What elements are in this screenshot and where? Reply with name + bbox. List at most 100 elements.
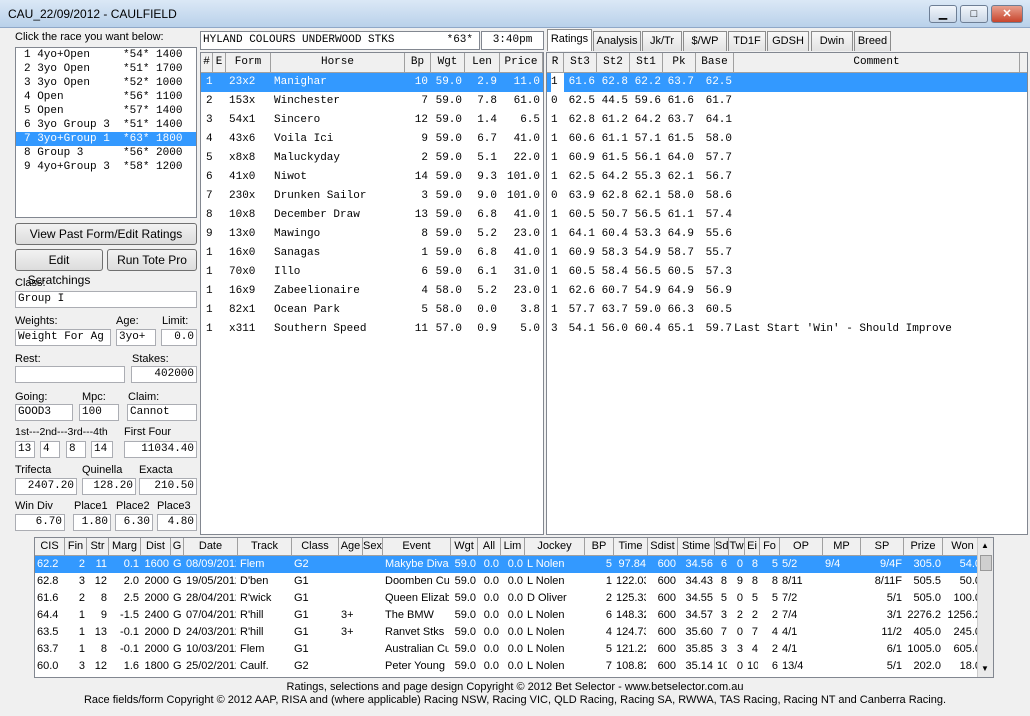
first-four-field[interactable]: 11034.40: [124, 441, 197, 458]
form-scrollbar[interactable]: ▲ ▼: [977, 538, 993, 677]
rating-row[interactable]: 1 60.6 61.1 57.1 61.5 58.0: [547, 130, 1027, 149]
form-col-header[interactable]: Sd: [715, 538, 729, 556]
place1-field[interactable]: 1.80: [73, 514, 111, 531]
rating-row[interactable]: 1 60.9 58.3 54.9 58.7 55.7: [547, 244, 1027, 263]
form-col-header[interactable]: Time: [614, 538, 648, 556]
runner-row[interactable]: 7 230x Drunken Sailor 3 59.0 9.0 101.0: [201, 187, 543, 206]
runner-col-header[interactable]: Wgt: [431, 53, 465, 73]
form-col-header[interactable]: Dist: [141, 538, 171, 556]
scroll-up-icon[interactable]: ▲: [981, 541, 989, 550]
rating-row[interactable]: 0 62.5 44.5 59.6 61.6 61.7: [547, 92, 1027, 111]
runner-col-header[interactable]: Bp: [405, 53, 431, 73]
form-col-header[interactable]: Date: [184, 538, 238, 556]
runner-row[interactable]: 1 23x2 Manighar 10 59.0 2.9 11.0: [201, 73, 543, 92]
rating-col-header[interactable]: St3: [564, 53, 597, 73]
limit-field[interactable]: 0.0: [161, 329, 197, 346]
runner-row[interactable]: 6 41x0 Niwot 14 59.0 9.3 101.0: [201, 168, 543, 187]
runner-col-header[interactable]: Price: [500, 53, 543, 73]
form-col-header[interactable]: Event: [383, 538, 451, 556]
maximize-button[interactable]: □: [960, 5, 988, 23]
runner-col-header[interactable]: Len: [465, 53, 500, 73]
rating-row[interactable]: 0 63.9 62.8 62.1 58.0 58.6: [547, 187, 1027, 206]
form-col-header[interactable]: Prize: [904, 538, 943, 556]
rating-row[interactable]: 1 60.5 50.7 56.5 61.1 57.4: [547, 206, 1027, 225]
form-col-header[interactable]: Str: [87, 538, 109, 556]
runner-row[interactable]: 8 10x8 December Draw 13 59.0 6.8 41.0: [201, 206, 543, 225]
form-col-header[interactable]: Wgt: [451, 538, 478, 556]
rating-col-header[interactable]: R: [547, 53, 564, 73]
tab-dwin[interactable]: Dwin: [811, 31, 853, 51]
runner-col-header[interactable]: Horse: [271, 53, 405, 73]
rating-col-header[interactable]: St2: [597, 53, 630, 73]
form-col-header[interactable]: Age: [339, 538, 363, 556]
minimize-button[interactable]: ▁: [929, 5, 957, 23]
form-col-header[interactable]: OP: [780, 538, 823, 556]
tab-ratings[interactable]: Ratings: [547, 29, 592, 51]
form-col-header[interactable]: Tw: [729, 538, 745, 556]
past-form-grid[interactable]: CIS Fin Str Marg Dist G Date Track Class Age Sex Ev…: [34, 537, 994, 678]
race-list-item[interactable]: 8 Group 3 *56* 2000: [16, 146, 196, 160]
tab-wp[interactable]: $/WP: [683, 31, 727, 51]
rating-row[interactable]: 1 57.7 63.7 59.0 66.3 60.5: [547, 301, 1027, 320]
race-list-item[interactable]: 1 4yo+Open *54* 1400: [16, 48, 196, 62]
rating-col-header[interactable]: St1: [630, 53, 663, 73]
trifecta-field[interactable]: 2407.20: [15, 478, 77, 495]
rating-col-header[interactable]: Pk: [663, 53, 696, 73]
ratings-grid[interactable]: R St3 St2 St1 Pk Base Comment 1 61.6 62.8 62.2 63.…: [546, 52, 1028, 535]
rating-row[interactable]: 3 54.1 56.0 60.4 65.1 59.7 Last Start 'Win' - …: [547, 320, 1027, 339]
run-tote-pro-button[interactable]: Run Tote Pro: [107, 249, 197, 271]
form-row[interactable]: 61.6 2 8 2.5 2000 G 28/04/2012 R'wick G1 Queen El…: [35, 590, 993, 607]
form-col-header[interactable]: Lim: [501, 538, 525, 556]
runner-col-header[interactable]: #: [201, 53, 213, 73]
form-col-header[interactable]: Ei: [745, 538, 760, 556]
runner-row[interactable]: 14 x311 Southern Speed 11 57.0 0.9 5.0: [201, 320, 543, 339]
runner-row[interactable]: 10 16x0 Sanagas 1 59.0 6.8 41.0: [201, 244, 543, 263]
form-col-header[interactable]: CIS: [35, 538, 65, 556]
runner-col-header[interactable]: Form: [226, 53, 271, 73]
rest-field[interactable]: [15, 366, 125, 383]
form-row[interactable]: 63.5 1 13 -0.1 2000 D 24/03/2012 R'hill G1 3+ Ranv…: [35, 624, 993, 641]
form-col-header[interactable]: BP: [585, 538, 614, 556]
runners-grid[interactable]: # E Form Horse Bp Wgt Len Price 1 23x2 Manighar 10…: [200, 52, 544, 535]
second-place-field[interactable]: 4: [40, 441, 60, 458]
form-col-header[interactable]: Marg: [109, 538, 141, 556]
form-col-header[interactable]: MP: [823, 538, 861, 556]
form-col-header[interactable]: Track: [238, 538, 292, 556]
rating-col-header[interactable]: Comment: [734, 53, 1020, 73]
exacta-field[interactable]: 210.50: [139, 478, 197, 495]
form-row[interactable]: 63.7 1 8 -0.1 2000 G 10/03/2012 Flem G1 Australia…: [35, 641, 993, 658]
form-col-header[interactable]: SP: [861, 538, 904, 556]
scroll-thumb[interactable]: [980, 555, 992, 571]
runner-row[interactable]: 11 70x0 Illo 6 59.0 6.1 31.0: [201, 263, 543, 282]
rating-row[interactable]: 1 60.5 58.4 56.5 60.5 57.3: [547, 263, 1027, 282]
form-col-header[interactable]: All: [478, 538, 501, 556]
rating-row[interactable]: 1 62.6 60.7 54.9 64.9 56.9: [547, 282, 1027, 301]
race-list-item[interactable]: 6 3yo Group 3 *51* 1400: [16, 118, 196, 132]
form-col-header[interactable]: Fin: [65, 538, 87, 556]
claim-field[interactable]: Cannot: [127, 404, 197, 421]
scroll-down-icon[interactable]: ▼: [981, 664, 989, 673]
race-list-item[interactable]: 5 Open *57* 1400: [16, 104, 196, 118]
place2-field[interactable]: 6.30: [115, 514, 153, 531]
going-field[interactable]: GOOD3: [15, 404, 73, 421]
class-field[interactable]: Group I: [15, 291, 197, 308]
form-col-header[interactable]: Class: [292, 538, 339, 556]
form-row[interactable]: 64.4 1 9 -1.5 2400 G 07/04/2012 R'hill G1 3+ The B…: [35, 607, 993, 624]
form-col-header[interactable]: Jockey: [525, 538, 585, 556]
race-list[interactable]: 1 4yo+Open *54* 1400 2 3yo Open *51* 1700…: [15, 47, 197, 218]
form-col-header[interactable]: Fo: [760, 538, 780, 556]
quinella-field[interactable]: 128.20: [82, 478, 136, 495]
form-row[interactable]: 60.0 3 12 1.6 1800 G 25/02/2012 Caulf. G2 Peter Y…: [35, 658, 993, 675]
mpc-field[interactable]: 100: [79, 404, 119, 421]
tab-breed[interactable]: Breed: [854, 31, 891, 51]
form-row[interactable]: 62.8 3 12 2.0 2000 G 19/05/2012 D'ben G1 Doomben …: [35, 573, 993, 590]
weights-field[interactable]: Weight For Ag: [15, 329, 111, 346]
rating-row[interactable]: 1 60.9 61.5 56.1 64.0 57.7: [547, 149, 1027, 168]
form-col-header[interactable]: Stime: [678, 538, 715, 556]
form-col-header[interactable]: G: [171, 538, 184, 556]
first-place-field[interactable]: 13: [15, 441, 35, 458]
stakes-field[interactable]: 402000: [131, 366, 197, 383]
edit-scratchings-button[interactable]: Edit Scratchings: [15, 249, 103, 287]
race-list-item[interactable]: 3 3yo Open *52* 1000: [16, 76, 196, 90]
tab-analysis[interactable]: Analysis: [593, 31, 641, 51]
